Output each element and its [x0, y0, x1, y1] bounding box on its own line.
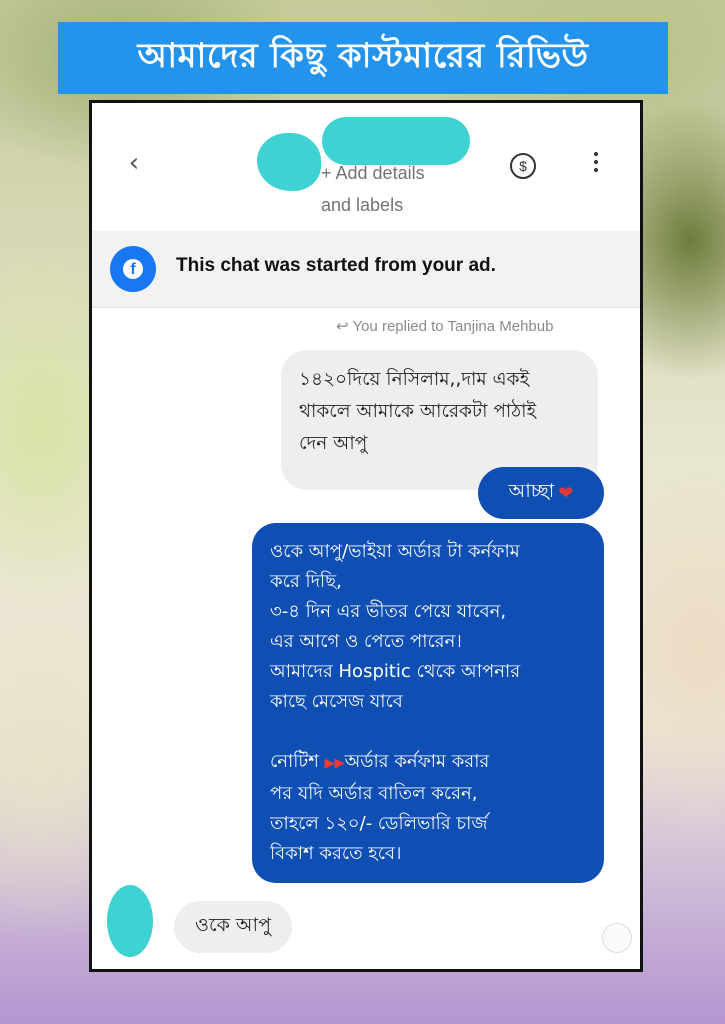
outgoing-message-short[interactable]: আচ্ছা ❤	[478, 467, 604, 519]
message-line: আমাদের Hospitic থেকে আপনার	[270, 661, 521, 682]
redacted-sender-avatar	[107, 885, 153, 957]
message-text: আচ্ছা	[508, 480, 555, 502]
dollar-icon[interactable]: $	[510, 153, 536, 179]
reply-context-note: ↩ You replied to Tanjina Mehbub	[336, 318, 554, 335]
redacted-avatar	[257, 133, 321, 191]
message-line: পর যদি অর্ডার বাতিল করেন,	[270, 783, 478, 804]
message-line: ৩-৪ দিন এর ভীতর পেয়ে যাবেন,	[270, 601, 507, 622]
messenger-chat-screenshot: ‹ + Add details and labels $ f This chat…	[89, 100, 643, 972]
add-details-link[interactable]: + Add details and labels	[321, 157, 481, 221]
outgoing-message-long[interactable]: ওকে আপু/ভাইয়া অর্ডার টা কর্নফাম করে দিছ…	[252, 523, 604, 883]
add-labels-label: and labels	[321, 195, 404, 215]
ad-origin-notice: f This chat was started from your ad.	[92, 231, 640, 308]
message-blank-line	[270, 717, 586, 747]
redacted-contact-name	[322, 117, 470, 165]
message-line: এর আগে ও পেতে পারেন।	[270, 631, 462, 652]
message-line: বিকাশ করতে হবে।	[270, 843, 402, 864]
notice-line: নোটিশ ▶▶অর্ডার কর্নফাম করার	[270, 751, 490, 772]
quoted-line: থাকলে আমাকে আরেকটা পাঠাই	[299, 401, 537, 422]
quoted-line: দেন আপু	[299, 433, 368, 454]
message-line: তাহলে ১২০/- ডেলিভারি চার্জ	[270, 813, 488, 834]
heart-emoji-icon: ❤	[558, 482, 574, 504]
message-line: করে দিছি,	[270, 571, 342, 592]
back-arrow-icon[interactable]: ‹	[122, 150, 146, 176]
facebook-icon: f	[110, 246, 156, 292]
message-line: কাছে মেসেজ যাবে	[270, 691, 403, 712]
more-options-icon[interactable]	[588, 149, 604, 177]
quoted-line: ১৪২০দিয়ে নিসিলাম,,দাম একই	[299, 369, 530, 390]
incoming-message[interactable]: ওকে আপু	[174, 901, 292, 953]
seen-status-icon	[602, 923, 632, 953]
message-line: ওকে আপু/ভাইয়া অর্ডার টা কর্নফাম	[270, 541, 520, 562]
red-flag-emoji-icon: ▶▶	[324, 756, 345, 771]
ad-origin-text: This chat was started from your ad.	[176, 255, 496, 276]
review-banner-title: আমাদের কিছু কাস্টমারের রিভিউ	[58, 22, 668, 94]
